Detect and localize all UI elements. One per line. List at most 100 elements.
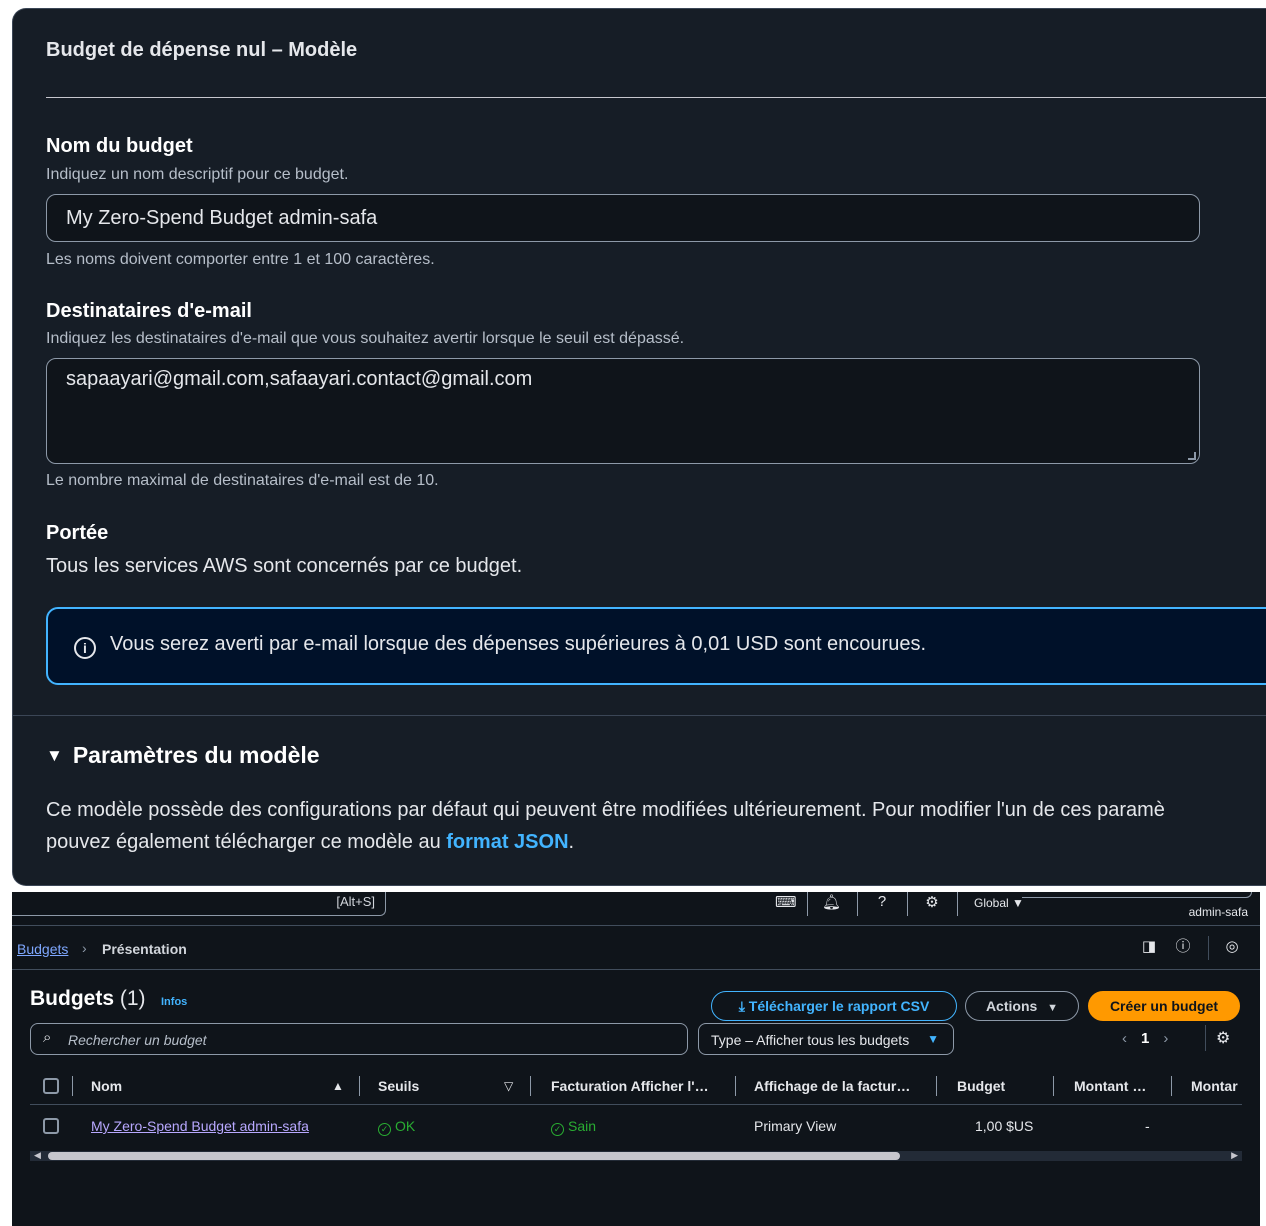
template-params-title: Paramètres du modèle	[72, 742, 320, 768]
breadcrumb-budgets-link[interactable]: Budgets	[17, 941, 68, 957]
column-header-name[interactable]: Nom	[91, 1078, 122, 1094]
download-csv-button[interactable]: ⤓ Télécharger le rapport CSV	[711, 991, 957, 1021]
column-divider	[359, 1076, 360, 1096]
caret-down-icon: ▼	[46, 746, 63, 765]
caret-down-icon: ▼	[1047, 1002, 1059, 1014]
toolbar-divider	[907, 892, 908, 916]
budget-count: (1)	[119, 987, 146, 1010]
column-header-amount[interactable]: Montant …	[1074, 1078, 1146, 1094]
billing-view-cell: Primary View	[754, 1118, 837, 1134]
scrollbar-thumb[interactable]	[48, 1152, 900, 1160]
row-checkbox[interactable]	[43, 1118, 59, 1134]
type-filter-select[interactable]: Type – Afficher tous les budgets ▼	[698, 1023, 954, 1055]
column-header-billing[interactable]: Facturation Afficher l'…	[551, 1078, 709, 1094]
type-filter-value: Type – Afficher tous les budgets	[711, 1032, 910, 1048]
table-row: My Zero-Spend Budget admin-safa ✓ OK ✓ Sai…	[30, 1107, 1242, 1145]
global-search[interactable]: [Alt+S]	[12, 892, 386, 916]
column-divider	[72, 1076, 73, 1096]
select-all-checkbox[interactable]	[43, 1078, 59, 1094]
email-recipients-description: Indiquez les destinataires d'e-mail que …	[46, 330, 685, 347]
template-params-line2-text: pouvez également télécharger ce modèle a…	[46, 831, 447, 853]
column-divider	[530, 1076, 531, 1096]
breadcrumb: Budgets › Présentation ◨ ⓘ ◎	[12, 928, 1260, 970]
feedback-icon[interactable]: ◎	[1223, 938, 1241, 956]
next-page-icon[interactable]: ›	[1163, 1030, 1168, 1047]
column-divider	[735, 1076, 736, 1096]
form-title: Budget de dépense nul – Modèle	[46, 39, 358, 61]
info-link[interactable]: Infos	[161, 996, 187, 1008]
pagination: ‹ 1 ›	[1122, 1030, 1168, 1047]
budget-name-description: Indiquez un nom descriptif pour ce budge…	[46, 166, 349, 183]
info-icon[interactable]: ⓘ	[1174, 938, 1192, 956]
email-recipients-textarea[interactable]: sapaayari@gmail.com,safaayari.contact@gm…	[46, 358, 1200, 464]
template-params-line2-end: .	[568, 831, 575, 853]
bell-icon[interactable]: 🔔︎	[822, 893, 841, 911]
column-header-thresholds[interactable]: Seuils	[378, 1078, 419, 1094]
resize-handle-icon[interactable]	[1188, 452, 1196, 460]
billing-status: ✓ Sain	[551, 1118, 597, 1136]
template-params-expander[interactable]: ▼ Paramètres du modèle	[46, 742, 320, 769]
scroll-right-icon[interactable]: ▶	[1231, 1150, 1238, 1161]
column-divider	[1053, 1076, 1054, 1096]
email-recipients-hint: Le nombre maximal de destinataires d'e-m…	[46, 472, 439, 489]
search-shortcut: [Alt+S]	[336, 894, 375, 909]
toolbar-divider	[957, 892, 958, 916]
gear-icon[interactable]: ⚙	[924, 893, 940, 911]
email-recipients-value: sapaayari@gmail.com,safaayari.contact@gm…	[66, 368, 533, 390]
actions-button[interactable]: Actions ▼	[965, 991, 1079, 1021]
scope-text: Tous les services AWS sont concernés par…	[46, 555, 523, 577]
column-header-billing-view[interactable]: Affichage de la factur…	[754, 1078, 910, 1094]
column-header-budget[interactable]: Budget	[957, 1078, 1005, 1094]
help-icon[interactable]: ?	[874, 893, 890, 911]
budget-template-form: Budget de dépense nul – Modèle Nom du bu…	[12, 8, 1266, 886]
json-format-link[interactable]: format JSON	[446, 831, 568, 853]
cloudshell-icon[interactable]: ⌨	[775, 893, 797, 911]
template-params-line1: Ce modèle possède des configurations par…	[46, 799, 1165, 821]
pager-divider	[1205, 1025, 1206, 1051]
check-circle-icon: ✓	[378, 1123, 391, 1136]
sort-icon[interactable]: ▽	[504, 1079, 513, 1093]
prev-page-icon[interactable]: ‹	[1122, 1030, 1127, 1047]
chevron-right-icon: ›	[82, 940, 87, 956]
panel-toggle-icon[interactable]: ◨	[1140, 938, 1158, 956]
budgets-console: [Alt+S] ⌨ 🔔︎ ? ⚙ Global ▼ admin-safa Bud…	[12, 892, 1260, 1226]
column-divider	[936, 1076, 937, 1096]
actions-label: Actions	[985, 998, 1038, 1014]
table-settings-icon[interactable]: ⚙	[1216, 1028, 1230, 1048]
info-icon: i	[74, 637, 96, 659]
template-params-line2: pouvez également télécharger ce modèle a…	[46, 826, 1266, 858]
amount-cell: -	[1145, 1118, 1150, 1134]
console-topbar: [Alt+S] ⌨ 🔔︎ ? ⚙ Global ▼ admin-safa	[12, 892, 1260, 926]
sort-ascending-icon[interactable]: ▲	[332, 1079, 344, 1093]
title-divider	[46, 97, 1266, 98]
column-divider	[1171, 1076, 1172, 1096]
budget-name-label: Nom du budget	[46, 135, 193, 157]
search-budget-input[interactable]: ⌕ Rechercher un budget	[30, 1023, 688, 1055]
download-icon: ⤓	[738, 998, 745, 1014]
budget-amount-cell: 1,00 $US	[975, 1118, 1034, 1134]
page-title-text: Budgets	[30, 987, 114, 1010]
billing-status-text: Sain	[568, 1118, 597, 1134]
horizontal-scrollbar[interactable]: ◀ ▶	[30, 1150, 1242, 1161]
create-budget-button[interactable]: Créer un budget	[1088, 991, 1240, 1021]
breadcrumb-current: Présentation	[102, 941, 187, 957]
scroll-left-icon[interactable]: ◀	[34, 1150, 41, 1161]
thresholds-status-text: OK	[395, 1118, 416, 1134]
thresholds-status: ✓ OK	[378, 1118, 416, 1136]
download-csv-label: Télécharger le rapport CSV	[748, 998, 930, 1014]
toolbar-divider	[857, 892, 858, 916]
email-recipients-label: Destinataires d'e-mail	[46, 300, 252, 322]
region-selector[interactable]: Global ▼	[974, 896, 1024, 910]
section-divider	[13, 715, 1266, 716]
budget-name-hint: Les noms doivent comporter entre 1 et 10…	[46, 251, 435, 268]
template-params-body: Ce modèle possède des configurations par…	[46, 794, 1266, 858]
check-circle-icon: ✓	[551, 1123, 564, 1136]
column-header-amount-2[interactable]: Montar	[1191, 1078, 1238, 1094]
current-page[interactable]: 1	[1141, 1030, 1149, 1047]
caret-down-icon: ▼	[927, 1032, 939, 1046]
account-menu[interactable]: admin-safa	[1189, 905, 1248, 919]
table-header: Nom ▲ Seuils ▽ Facturation Afficher l'… …	[30, 1067, 1242, 1105]
toolbar-divider	[807, 892, 808, 916]
budget-name-link[interactable]: My Zero-Spend Budget admin-safa	[91, 1118, 309, 1134]
budget-name-input[interactable]: My Zero-Spend Budget admin-safa	[46, 194, 1200, 242]
